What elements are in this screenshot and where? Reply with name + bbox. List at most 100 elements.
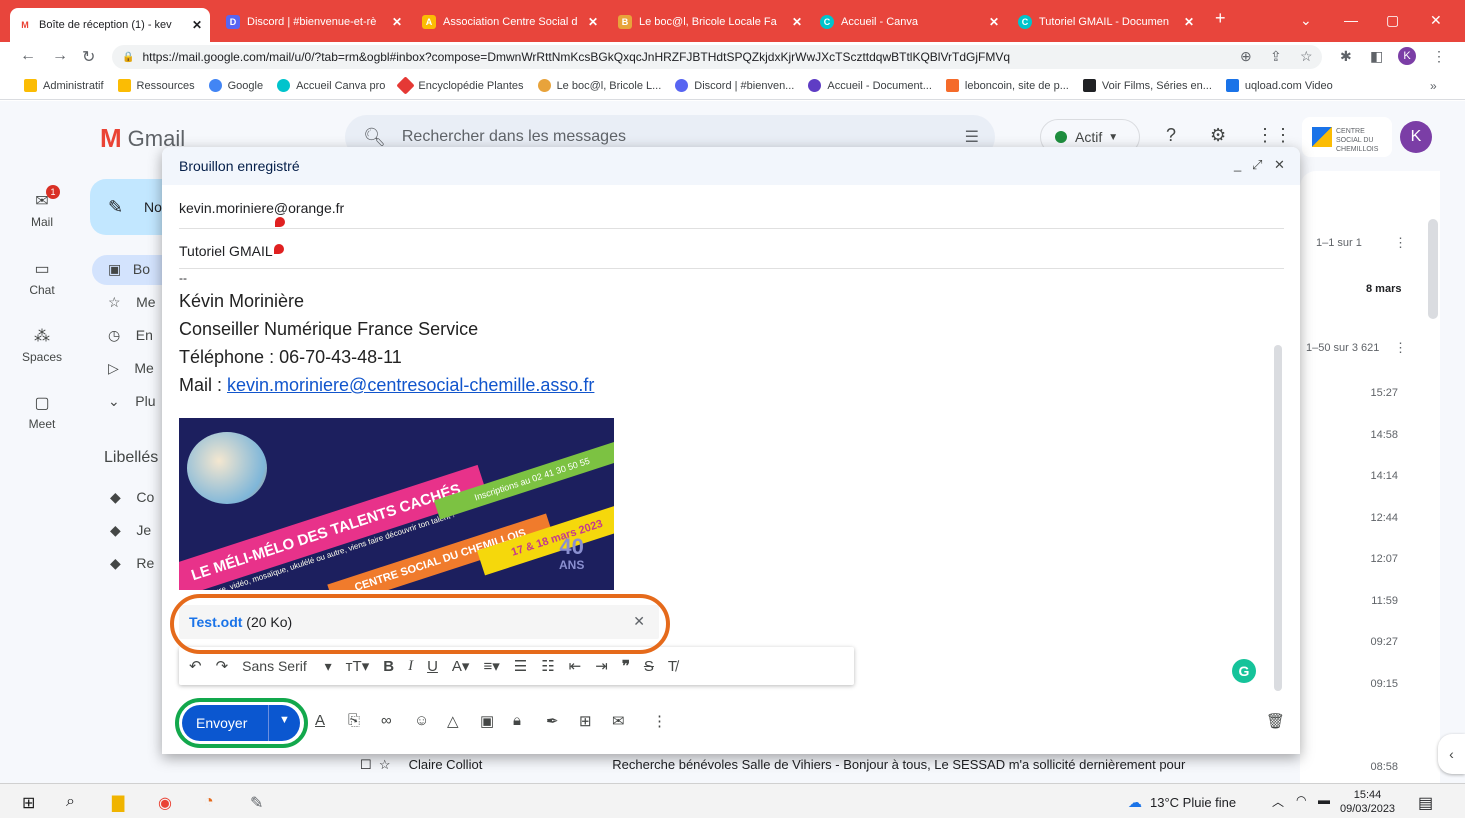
wifi-icon[interactable]: ◠ [1296, 793, 1306, 807]
sidepanel-icon[interactable]: ◧ [1370, 48, 1383, 65]
clear-formatting-icon[interactable]: T̸ [668, 658, 677, 675]
recipient-chip[interactable]: kevin.moriniere@orange.fr [179, 200, 344, 216]
grammarly-icon[interactable]: G [1232, 659, 1256, 683]
nav-more[interactable]: ⌄ Plu [108, 393, 156, 410]
search-icon[interactable]: 🔍︎ [363, 127, 386, 148]
table-row[interactable]: ☐ ☆ Claire Colliot Recherche bénévoles S… [360, 757, 1440, 773]
tray-chevron-icon[interactable]: ︿ [1272, 793, 1284, 810]
bulleted-list-icon[interactable]: ☷ [541, 657, 554, 675]
zoom-icon[interactable]: ⊕ [1240, 48, 1252, 65]
tab-association[interactable]: A Association Centre Social d ✕ [414, 9, 606, 35]
profile-avatar[interactable]: K [1398, 47, 1416, 65]
compose-scrollbar[interactable] [1274, 345, 1282, 691]
app-icon[interactable]: ✎ [250, 793, 263, 813]
indent-more-icon[interactable]: ⇥ [595, 657, 608, 675]
bookmark-item[interactable]: Encyclopédie Plantes [396, 76, 524, 95]
align-icon[interactable]: ≡▾ [483, 657, 499, 675]
account-avatar[interactable]: K [1400, 121, 1432, 153]
to-field[interactable]: kevin.moriniere@orange.fr [179, 191, 1284, 229]
signature-pen-icon[interactable]: ✒ [546, 712, 559, 730]
template-icon[interactable]: ✉ [612, 712, 625, 730]
file-explorer-icon[interactable]: ▇ [112, 793, 124, 813]
label-item[interactable]: ◆ Re [110, 555, 154, 572]
rail-mail[interactable]: ✉ 1 Mail [0, 185, 84, 229]
quote-icon[interactable]: ❞ [622, 657, 630, 675]
text-color-icon[interactable]: A▾ [452, 657, 470, 675]
bookmark-item[interactable]: Administratif [24, 79, 104, 92]
bookmark-item[interactable]: Accueil - Document... [808, 79, 932, 92]
rail-chat[interactable]: ▭ Chat [0, 259, 84, 297]
chrome-icon[interactable]: ◉ [158, 793, 172, 813]
more-icon[interactable]: ⋮ [1394, 340, 1407, 356]
bookmark-item[interactable]: Ressources [117, 79, 195, 92]
system-clock[interactable]: 15:44 09/03/2023 [1340, 788, 1395, 816]
discard-trash-icon[interactable]: 🗑︎ [1266, 712, 1285, 730]
font-family-select[interactable]: Sans Serif ▾ [242, 658, 332, 675]
undo-icon[interactable]: ↶ [189, 657, 202, 675]
side-panel-toggle[interactable]: ‹ [1438, 734, 1465, 774]
new-tab-button[interactable]: + [1215, 8, 1226, 29]
help-icon[interactable]: ? [1166, 125, 1176, 146]
tab-bocal[interactable]: B Le boc@l, Bricole Locale Fa ✕ [610, 9, 810, 35]
underline-icon[interactable]: U [427, 658, 438, 675]
bookmark-item[interactable]: Google [208, 79, 263, 92]
nav-sent[interactable]: ▷ Me [108, 360, 154, 377]
subject-field[interactable]: Tutoriel GMAIL [179, 231, 1284, 269]
close-window-icon[interactable]: ✕ [1430, 12, 1442, 29]
nav-starred[interactable]: ☆ Me [108, 294, 156, 311]
bookmark-item[interactable]: Voir Films, Séries en... [1082, 79, 1212, 92]
indent-less-icon[interactable]: ⇤ [569, 657, 582, 675]
fullscreen-icon[interactable]: ⤢ [1252, 157, 1262, 173]
attach-file-icon[interactable]: ⎘ [348, 712, 360, 729]
confidential-lock-icon[interactable]: 🔒︎ [513, 712, 521, 729]
close-tab-icon[interactable]: ✕ [989, 15, 999, 29]
close-tab-icon[interactable]: ✕ [588, 15, 598, 29]
italic-icon[interactable]: I [408, 658, 413, 675]
forward-icon[interactable]: → [52, 47, 68, 65]
windows-start-icon[interactable]: ⊞ [22, 793, 35, 813]
emoji-icon[interactable]: ☺ [414, 712, 429, 729]
search-filters-icon[interactable]: ☰ [965, 127, 979, 147]
bookmark-item[interactable]: Accueil Canva pro [277, 79, 385, 92]
row-checkbox-icon[interactable]: ☐ [360, 757, 372, 772]
more-options-icon[interactable]: ⋮ [652, 712, 667, 730]
label-item[interactable]: ◆ Co [110, 489, 154, 506]
battery-icon[interactable]: ▬ [1318, 793, 1330, 807]
apps-grid-icon[interactable]: ⋮⋮ [1256, 125, 1292, 146]
blender-icon[interactable]: ◔ [204, 793, 214, 811]
maximize-icon[interactable]: ▢ [1386, 12, 1399, 29]
bookmark-item[interactable]: leboncoin, site de p... [945, 79, 1069, 92]
scrollbar[interactable] [1428, 219, 1438, 319]
close-icon[interactable]: ✕ [1274, 157, 1285, 173]
signature-mail-link[interactable]: kevin.moriniere@centresocial-chemille.as… [227, 375, 594, 395]
tab-canva[interactable]: C Accueil - Canva ✕ [812, 9, 1007, 35]
insert-photo-icon[interactable]: ▣ [480, 712, 494, 730]
formatting-options-icon[interactable]: A [315, 712, 325, 729]
nav-snoozed[interactable]: ◷ En [108, 327, 153, 344]
chrome-menu-icon[interactable]: ⋮ [1432, 48, 1446, 65]
numbered-list-icon[interactable]: ☰ [514, 657, 527, 675]
url-bar[interactable]: 🔒 https://mail.google.com/mail/u/0/?tab=… [112, 45, 1322, 69]
star-icon[interactable]: ☆ [379, 757, 391, 772]
insert-link-icon[interactable]: ∞ [381, 712, 392, 729]
notifications-icon[interactable]: ▤ [1418, 793, 1433, 813]
tab-search-icon[interactable]: ⌄ [1300, 12, 1312, 29]
layouts-icon[interactable]: ⊞ [579, 712, 592, 730]
search-icon[interactable]: ⌕ [66, 793, 75, 811]
label-item[interactable]: ◆ Je [110, 522, 151, 539]
drive-icon[interactable]: △ [447, 712, 459, 730]
rail-meet[interactable]: ▢ Meet [0, 393, 84, 431]
minimize-icon[interactable]: _ [1234, 157, 1241, 172]
bookmark-star-icon[interactable]: ☆ [1300, 48, 1313, 65]
minimize-icon[interactable]: — [1344, 12, 1358, 28]
gear-icon[interactable]: ⚙ [1210, 125, 1226, 146]
tab-discord[interactable]: D Discord | #bienvenue-et-rè ✕ [218, 9, 410, 35]
weather-widget[interactable]: ☁ 13°C Pluie fine [1128, 794, 1236, 811]
font-size-icon[interactable]: тT▾ [346, 657, 370, 675]
close-tab-icon[interactable]: ✕ [792, 15, 802, 29]
back-icon[interactable]: ← [20, 47, 36, 65]
reload-icon[interactable]: ↻ [82, 47, 95, 67]
event-flyer-image[interactable]: LE MÉLI-MÉLO DES TALENTS CACHÉS Peinture… [179, 418, 614, 590]
extensions-icon[interactable]: ✱ [1340, 48, 1352, 65]
close-tab-icon[interactable]: ✕ [1184, 15, 1194, 29]
